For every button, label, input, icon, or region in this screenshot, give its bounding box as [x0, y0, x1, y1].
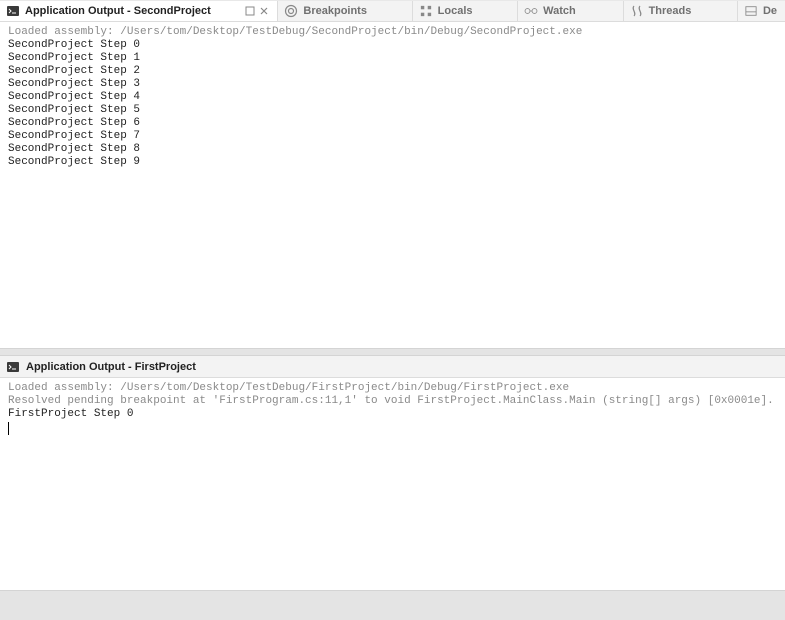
tab-breakpoints[interactable]: Breakpoints [278, 1, 412, 21]
output-line: SecondProject Step 9 [8, 156, 777, 169]
text-caret [8, 422, 777, 435]
tab-label: Locals [438, 5, 473, 17]
breakpoint-icon [284, 4, 298, 18]
minimize-icon[interactable] [245, 6, 255, 16]
output-line: SecondProject Step 1 [8, 52, 777, 65]
top-output-panel: Application Output - SecondProject Break… [0, 0, 785, 348]
tab-de-truncated[interactable]: De [738, 1, 785, 21]
loaded-assembly-line: Loaded assembly: /Users/tom/Desktop/Test… [8, 26, 777, 39]
tab-label: De [763, 5, 777, 17]
splitter-bar[interactable] [0, 348, 785, 356]
tab-label: Watch [543, 5, 576, 17]
tab-locals[interactable]: Locals [413, 1, 518, 21]
footer-bar [0, 590, 785, 620]
output-line: FirstProject Step 0 [8, 408, 777, 421]
output-line: SecondProject Step 4 [8, 91, 777, 104]
watch-icon [524, 4, 538, 18]
output-firstproject[interactable]: Loaded assembly: /Users/tom/Desktop/Test… [0, 378, 785, 590]
terminal-icon [6, 4, 20, 18]
output-line: SecondProject Step 5 [8, 104, 777, 117]
titlebar-firstproject: Application Output - FirstProject [0, 356, 785, 378]
tab-application-output-secondproject[interactable]: Application Output - SecondProject [0, 1, 278, 21]
output-line: SecondProject Step 3 [8, 78, 777, 91]
bottom-output-panel: Application Output - FirstProject Loaded… [0, 356, 785, 620]
panel-title: Application Output - FirstProject [26, 361, 196, 373]
output-line: SecondProject Step 6 [8, 117, 777, 130]
locals-icon [419, 4, 433, 18]
output-line: SecondProject Step 7 [8, 130, 777, 143]
tab-watch[interactable]: Watch [518, 1, 623, 21]
panel-icon [744, 4, 758, 18]
close-icon[interactable] [259, 6, 269, 16]
tab-label: Application Output - SecondProject [25, 5, 211, 17]
loaded-assembly-line: Loaded assembly: /Users/tom/Desktop/Test… [8, 382, 777, 395]
resolved-breakpoint-line: Resolved pending breakpoint at 'FirstPro… [8, 395, 777, 408]
output-line: SecondProject Step 8 [8, 143, 777, 156]
output-line: SecondProject Step 2 [8, 65, 777, 78]
threads-icon [630, 4, 644, 18]
terminal-icon [6, 360, 20, 374]
tab-label: Breakpoints [303, 5, 367, 17]
tab-threads[interactable]: Threads [624, 1, 738, 21]
tab-label: Threads [649, 5, 692, 17]
output-secondproject[interactable]: Loaded assembly: /Users/tom/Desktop/Test… [0, 22, 785, 348]
output-line: SecondProject Step 0 [8, 39, 777, 52]
tabbar: Application Output - SecondProject Break… [0, 0, 785, 22]
